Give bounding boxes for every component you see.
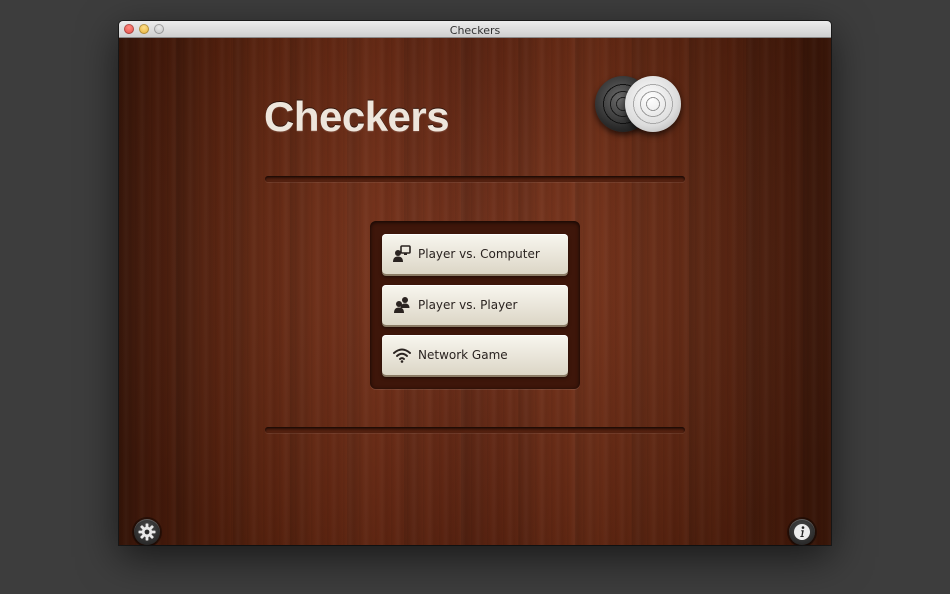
player-vs-computer-button[interactable]: Player vs. Computer [382, 234, 568, 274]
minimize-window-button[interactable] [139, 24, 149, 34]
bottom-divider [265, 427, 685, 433]
player-vs-computer-icon [393, 245, 411, 262]
info-button[interactable] [789, 519, 815, 545]
gear-icon [138, 523, 156, 541]
settings-button[interactable] [134, 519, 160, 545]
game-mode-menu: Player vs. Computer Player vs. Player Ne… [370, 221, 580, 389]
app-title: Checkers [264, 93, 450, 140]
network-game-button[interactable]: Network Game [382, 335, 568, 375]
player-vs-player-label: Player vs. Player [418, 298, 518, 312]
main-menu-screen: Checkers Player vs. Computer Player vs. … [119, 38, 831, 545]
window-title: Checkers [449, 24, 501, 37]
network-game-label: Network Game [418, 348, 508, 362]
top-divider [265, 176, 685, 182]
player-vs-player-icon [394, 297, 410, 313]
zoom-window-button[interactable] [154, 24, 164, 34]
player-vs-computer-label: Player vs. Computer [418, 247, 540, 261]
title-bar[interactable]: Checkers [119, 21, 831, 38]
app-window: Checkers Checkers Player vs. Computer Pl… [119, 21, 831, 545]
checker-pieces-icon [595, 76, 685, 136]
player-vs-player-button[interactable]: Player vs. Player [382, 285, 568, 325]
wifi-icon [393, 348, 411, 363]
close-window-button[interactable] [124, 24, 134, 34]
white-checker-icon [625, 76, 681, 132]
info-icon [794, 524, 810, 540]
